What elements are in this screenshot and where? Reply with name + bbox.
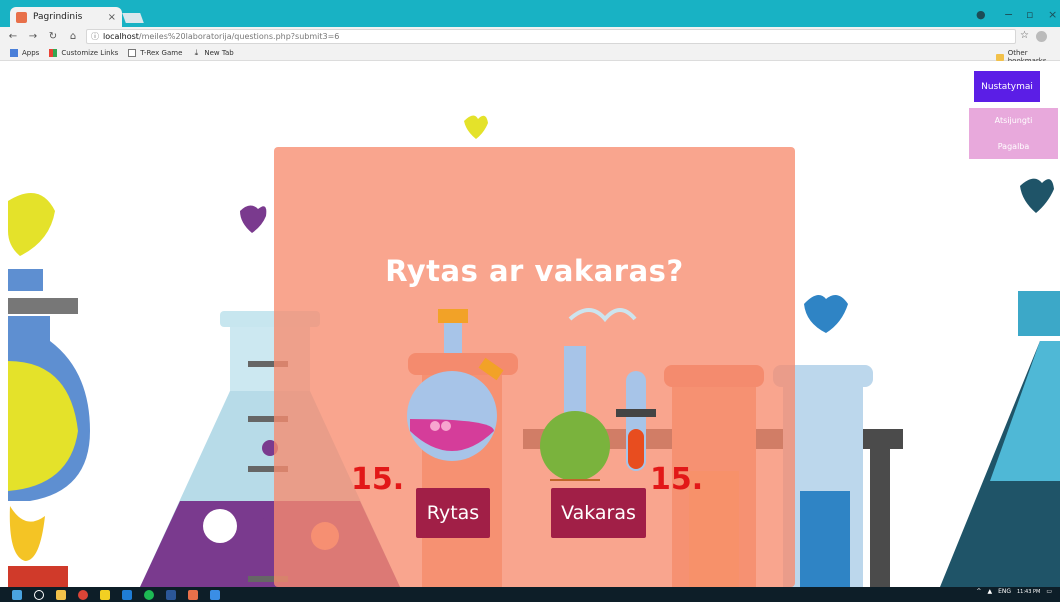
right-flask-glass: [990, 341, 1060, 481]
green-flask-neck: [564, 346, 586, 416]
heart-shape: [240, 205, 267, 233]
edge-icon[interactable]: [122, 589, 132, 600]
heart-shape: [1020, 178, 1054, 213]
bookmark-star-icon[interactable]: ☆: [1020, 30, 1029, 41]
help-link[interactable]: Pagalba: [969, 142, 1058, 151]
new-tab-button[interactable]: [122, 13, 144, 23]
folder-icon: [996, 53, 1004, 61]
reload-icon[interactable]: ↻: [46, 31, 60, 42]
right-flask-neck: [1018, 291, 1060, 336]
info-icon: ⓘ: [91, 32, 99, 41]
flask-neck: [444, 323, 462, 353]
tab-title: Pagrindinis: [33, 12, 83, 22]
chrome-icon[interactable]: [78, 589, 88, 600]
network-icon[interactable]: ▲: [987, 588, 992, 595]
logout-link[interactable]: Atsijungti: [969, 116, 1058, 125]
bookmark-trex-game[interactable]: T-Rex Game: [128, 49, 182, 57]
bookmark-label: Customize Links: [61, 49, 119, 57]
question-title: Rytas ar vakaras?: [385, 254, 684, 288]
bookmark-customize-links[interactable]: Customize Links: [49, 49, 118, 57]
bookmarks-bar: Apps Customize Links T-Rex Game ⤓ New Ta…: [0, 46, 1060, 65]
notifications-icon[interactable]: ▭: [1046, 588, 1052, 595]
home-icon[interactable]: ⌂: [66, 31, 80, 42]
green-flask-stand: [550, 479, 600, 481]
bookmark-label: Apps: [22, 49, 40, 57]
profile-icon[interactable]: ●: [976, 8, 986, 21]
url-path: /meiles%20laboratorija/questions.php?sub…: [138, 32, 340, 41]
tab-close-icon[interactable]: ×: [108, 12, 116, 23]
chemistry-illustration: [407, 308, 656, 481]
word-icon[interactable]: [166, 589, 176, 600]
close-window-button[interactable]: ×: [1048, 8, 1057, 21]
bookmark-apps[interactable]: Apps: [10, 49, 39, 57]
extension-icon[interactable]: [1036, 31, 1047, 42]
page-body: Rytas ar vakaras? 15. Rytas Vakaras 15. …: [0, 61, 1060, 587]
page-icon: [128, 49, 137, 57]
windows-taskbar: ^ ▲ ENG 11:43 PM ▭: [0, 587, 1060, 602]
vote-count-left: 15.: [351, 462, 405, 497]
screen: Pagrindinis × ● − ▫ × ← → ↻ ⌂ ⓘ localhos…: [0, 0, 1060, 602]
google-icon: [49, 49, 58, 57]
bookmark-label: T-Rex Game: [140, 49, 183, 57]
side-arm: [478, 357, 504, 381]
system-tray: ^ ▲ ENG 11:43 PM ▭: [976, 588, 1052, 595]
tubing: [568, 308, 637, 323]
bookmark-new-tab[interactable]: ⤓ New Tab: [192, 48, 234, 58]
windows-start-icon[interactable]: [12, 589, 22, 600]
vscode-icon[interactable]: [210, 589, 220, 600]
minimize-button[interactable]: −: [1004, 8, 1013, 21]
file-explorer-icon[interactable]: [56, 589, 66, 600]
language-indicator[interactable]: ENG: [998, 588, 1011, 595]
download-icon: ⤓: [194, 48, 199, 57]
browser-tab[interactable]: Pagrindinis ×: [10, 7, 122, 27]
vote-count-right: 15.: [650, 462, 704, 497]
settings-button[interactable]: Nustatymai: [974, 71, 1040, 102]
test-tube-liquid: [628, 429, 644, 469]
url-host: localhost: [103, 32, 139, 41]
bookmark-label: New Tab: [204, 49, 234, 57]
tube-liquid: [800, 491, 850, 587]
browser-tab-strip: Pagrindinis × ● − ▫ ×: [0, 0, 1060, 27]
rack-leg: [870, 449, 890, 587]
apps-grid-icon: [10, 49, 18, 57]
address-toolbar: ← → ↻ ⌂ ⓘ localhost /meiles%20laboratori…: [0, 27, 1060, 46]
heart-shape: [8, 193, 55, 256]
heart-shape: [804, 295, 848, 333]
flask-cork: [438, 309, 468, 323]
burner-flame: [9, 506, 45, 561]
answer-rytas-button[interactable]: Rytas: [416, 488, 490, 538]
search-icon[interactable]: [34, 589, 44, 600]
left-flask-neck: [8, 269, 43, 291]
heart-shape: [464, 115, 488, 139]
forward-icon[interactable]: →: [26, 31, 40, 42]
tray-chevron-icon[interactable]: ^: [976, 588, 981, 595]
spotify-icon[interactable]: [144, 589, 154, 600]
favicon-icon: [16, 11, 27, 23]
url-input[interactable]: ⓘ localhost /meiles%20laboratorija/quest…: [86, 29, 1016, 44]
clock[interactable]: 11:43 PM: [1017, 589, 1040, 595]
green-flask-bulb: [540, 411, 610, 481]
maximize-button[interactable]: ▫: [1026, 8, 1033, 21]
tube-holder: [616, 409, 656, 417]
answer-vakaras-button[interactable]: Vakaras: [551, 488, 646, 538]
sticky-notes-icon[interactable]: [100, 589, 110, 600]
app-icon[interactable]: [188, 589, 198, 600]
burner-base: [8, 566, 68, 587]
back-icon[interactable]: ←: [6, 31, 20, 42]
bubble: [203, 509, 237, 543]
left-flask-clamp: [8, 298, 78, 314]
